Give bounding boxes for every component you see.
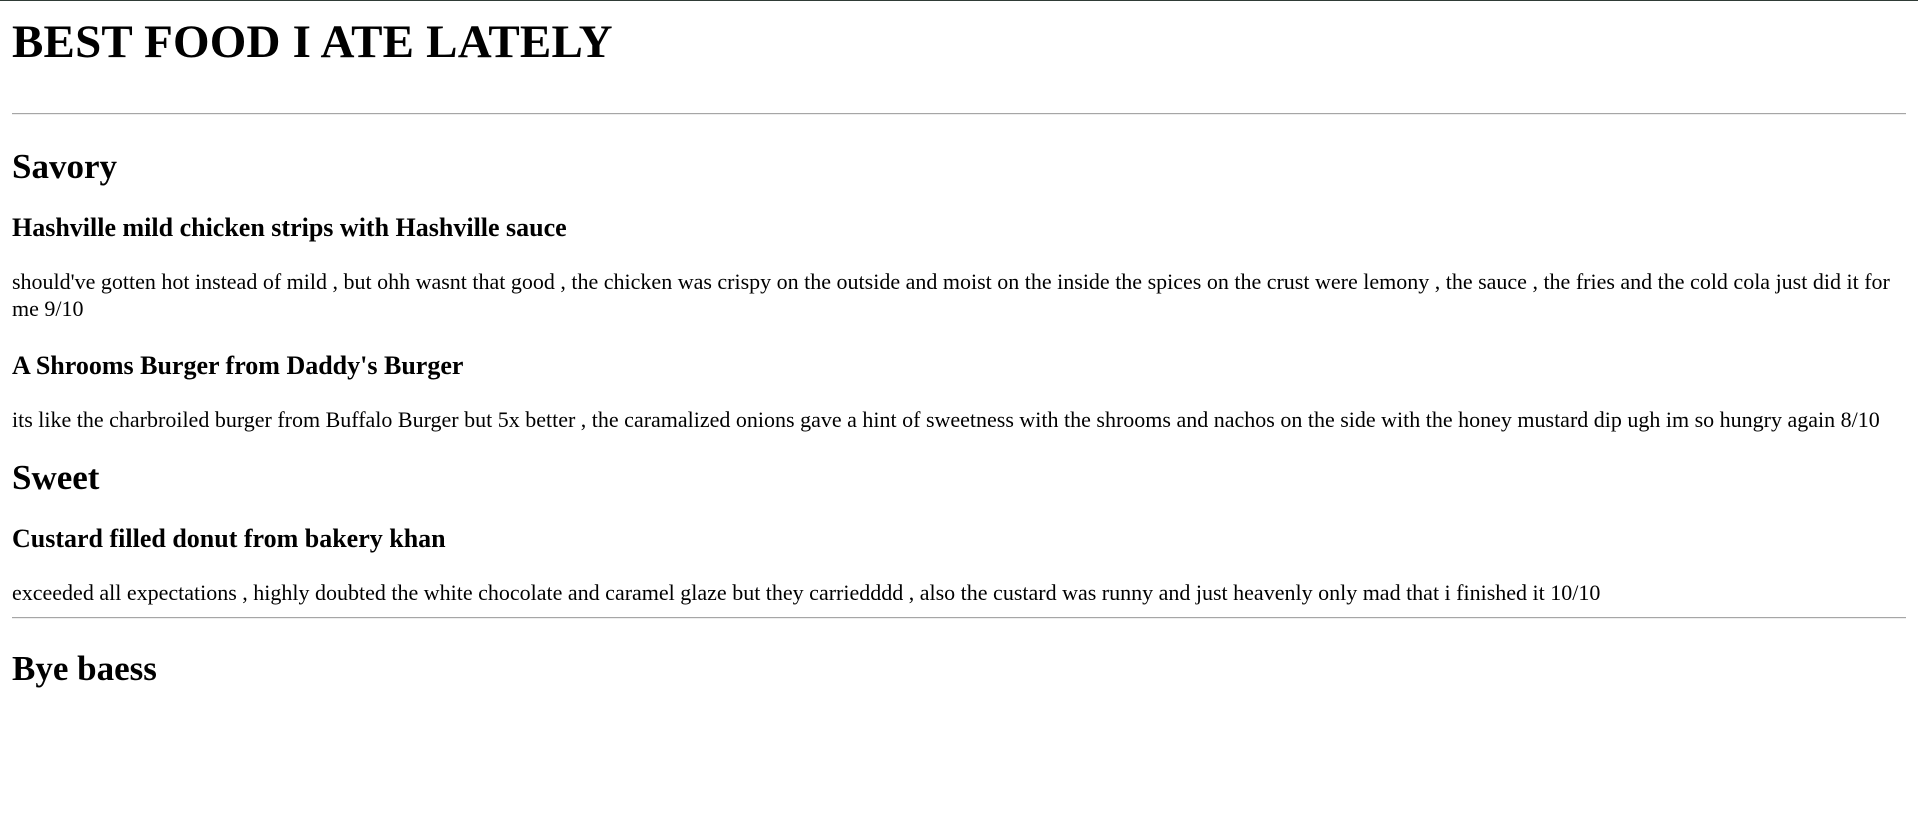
food-item-title: A Shrooms Burger from Daddy's Burger <box>12 351 464 380</box>
food-item-description: exceeded all expectations , highly doubt… <box>12 580 1601 605</box>
top-divider <box>12 113 1906 115</box>
page-title: BEST FOOD I ATE LATELY <box>12 16 613 68</box>
section-heading-savory: Savory <box>12 147 117 186</box>
food-item-title: Custard filled donut from bakery khan <box>12 524 446 553</box>
food-item-title: Hashville mild chicken strips with Hashv… <box>12 213 567 242</box>
footer-farewell: Bye baess <box>12 649 157 688</box>
page-content: BEST FOOD I ATE LATELY Savory Hashville … <box>0 1 1918 689</box>
bottom-divider <box>12 617 1906 619</box>
food-item-description: should've gotten hot instead of mild , b… <box>12 269 1890 321</box>
food-item-description: its like the charbroiled burger from Buf… <box>12 407 1880 432</box>
section-heading-sweet: Sweet <box>12 458 100 497</box>
